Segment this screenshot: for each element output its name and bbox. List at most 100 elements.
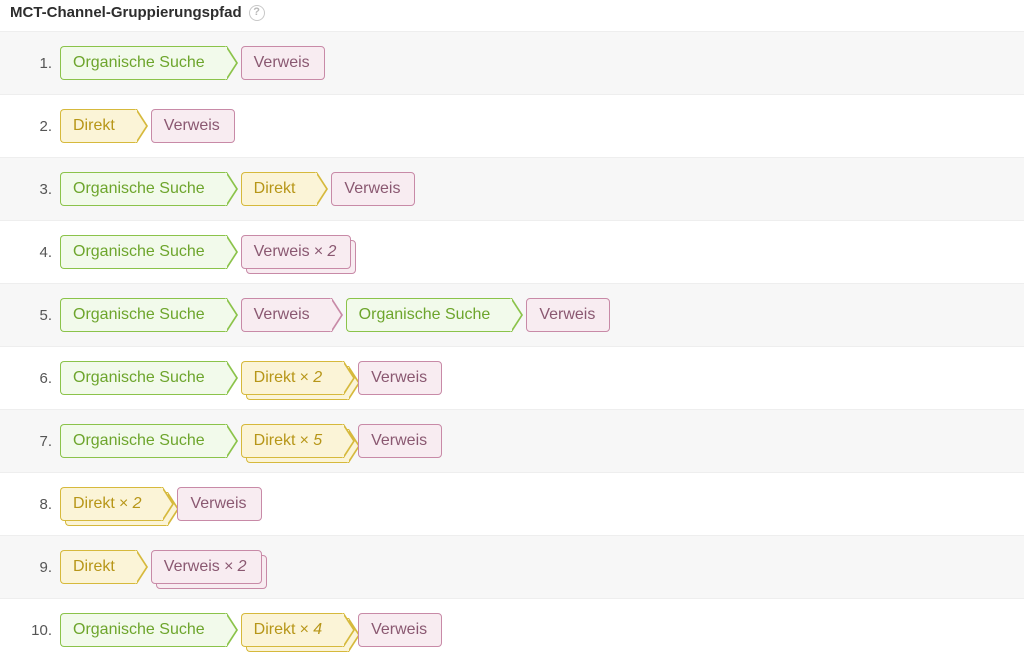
channel-count: × 5: [299, 432, 322, 450]
row-number: 6.: [20, 370, 60, 387]
channel-step: Verweis: [358, 613, 442, 647]
channel-count: × 4: [299, 621, 322, 639]
channel-bubble[interactable]: Verweis × 2: [151, 550, 262, 584]
channel-label: Verweis: [539, 306, 595, 324]
channel-bubble[interactable]: Direkt × 2: [60, 487, 163, 521]
channel-bubble[interactable]: Verweis: [358, 613, 442, 647]
channel-bubble[interactable]: Direkt × 4: [241, 613, 344, 647]
channel-label: Organische Suche: [73, 432, 205, 450]
channel-path: Organische Suche Direkt × 5Direkt × 5 Verw…: [60, 424, 442, 458]
channel-step: Verweis: [177, 487, 261, 521]
channel-bubble[interactable]: Organische Suche: [60, 298, 227, 332]
channel-label: Organische Suche: [73, 54, 205, 72]
row-number: 8.: [20, 496, 60, 513]
channel-label: Direkt: [73, 117, 115, 135]
channel-label: Organische Suche: [73, 243, 205, 261]
column-title: MCT-Channel-Gruppierungspfad: [10, 4, 242, 21]
channel-step: Organische Suche: [346, 298, 513, 332]
row-number: 1.: [20, 55, 60, 72]
path-row: 9. Direkt Verweis × 2Verweis × 2: [0, 535, 1024, 598]
channel-step: Organische Suche: [60, 46, 227, 80]
channel-path: Organische Suche Verweis: [60, 46, 325, 80]
channel-label: Direkt: [254, 432, 296, 450]
channel-step: Organische Suche: [60, 361, 227, 395]
path-row: 10.Organische SucheDirekt × 4Direkt × 4V…: [0, 598, 1024, 661]
channel-label: Direkt: [254, 369, 296, 387]
channel-label: Direkt: [254, 180, 296, 198]
channel-step: Organische Suche: [60, 235, 227, 269]
channel-path: Organische Suche Direkt × 2Direkt × 2 Verw…: [60, 361, 442, 395]
channel-step: Verweis: [151, 109, 235, 143]
channel-label: Verweis: [254, 54, 310, 72]
channel-step: Direkt × 2Direkt × 2: [241, 361, 344, 395]
channel-bubble[interactable]: Direkt × 2: [241, 361, 344, 395]
channel-step: Direkt × 4Direkt × 4: [241, 613, 344, 647]
path-row: 2. Direkt Verweis: [0, 94, 1024, 157]
channel-path: Organische Suche Verweis Organische Suche V…: [60, 298, 610, 332]
channel-bubble[interactable]: Direkt: [60, 550, 137, 584]
path-row: 6. Organische Suche Direkt × 2Direkt × 2 Ve…: [0, 346, 1024, 409]
channel-path: Organische Suche Direkt × 4Direkt × 4 Verw…: [60, 613, 442, 647]
path-row: 4.Organische SucheVerweis × 2Verweis × 2: [0, 220, 1024, 283]
channel-step: Direkt × 2Direkt × 2: [60, 487, 163, 521]
channel-step: Direkt: [241, 172, 318, 206]
channel-bubble[interactable]: Verweis: [331, 172, 415, 206]
channel-step: Organische Suche: [60, 172, 227, 206]
channel-step: Verweis: [526, 298, 610, 332]
channel-label: Direkt: [73, 558, 115, 576]
path-row: 8.Direkt × 2Direkt × 2 Verweis: [0, 472, 1024, 535]
help-icon[interactable]: ?: [249, 5, 265, 21]
channel-bubble[interactable]: Organische Suche: [60, 613, 227, 647]
channel-label: Organische Suche: [73, 180, 205, 198]
path-rows-container: 1. Organische Suche Verweis 2. Direkt Verweis…: [0, 31, 1024, 661]
channel-step: Verweis: [241, 298, 332, 332]
channel-label: Verweis: [164, 558, 220, 576]
channel-label: Organische Suche: [73, 369, 205, 387]
channel-step: Verweis: [358, 424, 442, 458]
channel-bubble[interactable]: Direkt: [60, 109, 137, 143]
channel-bubble[interactable]: Organische Suche: [60, 361, 227, 395]
channel-bubble[interactable]: Verweis: [177, 487, 261, 521]
table-header: MCT-Channel-Gruppierungspfad ?: [0, 0, 1024, 31]
channel-count: × 2: [314, 243, 337, 261]
channel-bubble[interactable]: Direkt: [241, 172, 318, 206]
channel-bubble[interactable]: Verweis: [241, 298, 332, 332]
channel-bubble[interactable]: Organische Suche: [60, 172, 227, 206]
channel-step: Verweis × 2Verweis × 2: [151, 550, 262, 584]
channel-path: Direkt × 2Direkt × 2 Verweis: [60, 487, 262, 521]
channel-count: × 2: [299, 369, 322, 387]
row-number: 5.: [20, 307, 60, 324]
channel-label: Direkt: [254, 621, 296, 639]
channel-count: × 2: [119, 495, 142, 513]
channel-bubble[interactable]: Verweis: [358, 424, 442, 458]
path-row: 3. Organische Suche Direkt Verweis: [0, 157, 1024, 220]
row-number: 2.: [20, 118, 60, 135]
row-number: 9.: [20, 559, 60, 576]
channel-bubble[interactable]: Verweis: [151, 109, 235, 143]
row-number: 4.: [20, 244, 60, 261]
channel-bubble[interactable]: Verweis × 2: [241, 235, 352, 269]
channel-label: Organische Suche: [73, 306, 205, 324]
channel-bubble[interactable]: Verweis: [241, 46, 325, 80]
channel-label: Verweis: [371, 621, 427, 639]
channel-bubble[interactable]: Organische Suche: [60, 424, 227, 458]
channel-bubble[interactable]: Organische Suche: [60, 235, 227, 269]
channel-bubble[interactable]: Organische Suche: [346, 298, 513, 332]
channel-step: Direkt: [60, 109, 137, 143]
channel-bubble[interactable]: Organische Suche: [60, 46, 227, 80]
path-row: 1. Organische Suche Verweis: [0, 31, 1024, 94]
channel-step: Verweis: [241, 46, 325, 80]
channel-bubble[interactable]: Direkt × 5: [241, 424, 344, 458]
channel-step: Verweis: [331, 172, 415, 206]
channel-path: Direkt Verweis × 2Verweis × 2: [60, 550, 262, 584]
channel-bubble[interactable]: Verweis: [526, 298, 610, 332]
channel-label: Verweis: [190, 495, 246, 513]
row-number: 3.: [20, 181, 60, 198]
channel-bubble[interactable]: Verweis: [358, 361, 442, 395]
channel-step: Direkt × 5Direkt × 5: [241, 424, 344, 458]
channel-step: Verweis: [358, 361, 442, 395]
channel-path: Organische SucheVerweis × 2Verweis × 2: [60, 235, 351, 269]
channel-label: Verweis: [254, 306, 310, 324]
channel-label: Organische Suche: [359, 306, 491, 324]
channel-path: Direkt Verweis: [60, 109, 235, 143]
